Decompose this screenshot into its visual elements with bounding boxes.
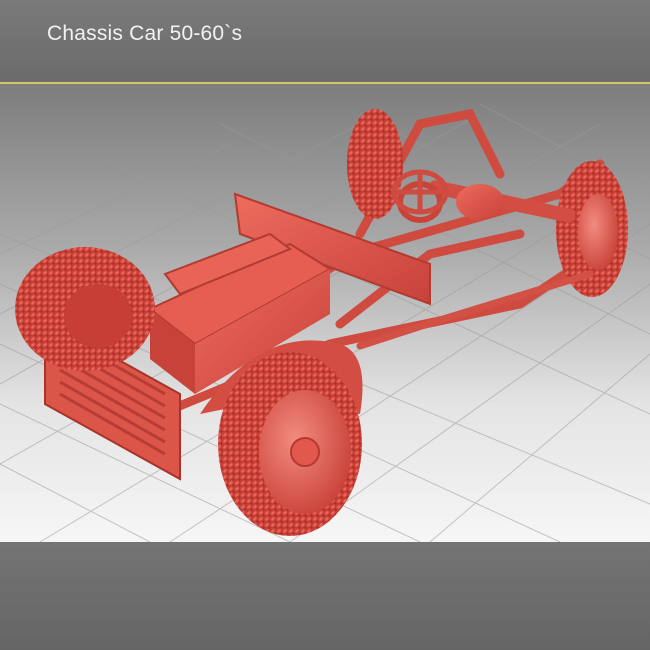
header-band: Chassis Car 50-60`s: [0, 0, 650, 82]
render-frame: Chassis Car 50-60`s: [0, 0, 650, 650]
render-viewport: [0, 84, 650, 542]
rear-left-wheel: [347, 109, 403, 219]
car-chassis-render: [0, 84, 650, 542]
steering-wheel: [391, 169, 449, 215]
page-title: Chassis Car 50-60`s: [47, 22, 243, 45]
footer-band: [0, 542, 650, 650]
front-left-wheel: [15, 247, 155, 371]
